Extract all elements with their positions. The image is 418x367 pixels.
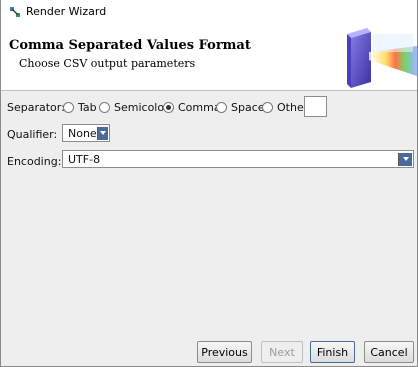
separator-other-option[interactable]: Other [262,101,308,114]
chevron-down-icon[interactable] [96,126,108,140]
separator-semicolon-option[interactable]: Semicolon [99,101,171,114]
qualifier-value: None [68,126,97,140]
other-separator-input[interactable] [304,96,327,117]
separator-tab-option[interactable]: Tab [63,101,97,114]
qualifier-dropdown[interactable]: None [62,124,110,142]
wizard-banner-icon [347,28,417,88]
finish-button[interactable]: Finish [310,341,355,363]
separator-space-option[interactable]: Space [216,101,265,114]
option-label: Tab [78,101,97,114]
encoding-dropdown[interactable]: UTF-8 [62,150,414,168]
radio-button-selected[interactable] [163,102,174,113]
option-label: Comma [178,101,221,114]
window-title: Render Wizard [26,5,107,18]
option-label: Space [231,101,265,114]
radio-button[interactable] [262,102,273,113]
encoding-value: UTF-8 [68,152,101,166]
page-subtitle: Choose CSV output parameters [19,57,196,70]
separator-label: Separator: [7,101,65,114]
title-bar: Render Wizard [1,0,417,24]
page-title: Comma Separated Values Format [9,38,251,53]
previous-button[interactable]: Previous [197,341,252,363]
separator-row: Separator: Tab Semicolon Comma Space Oth… [1,96,417,117]
next-button[interactable]: Next [261,341,303,363]
encoding-label: Encoding: [7,155,62,168]
wizard-header: Comma Separated Values Format Choose CSV… [1,24,417,91]
qualifier-label: Qualifier: [7,128,58,141]
render-wizard-window: Render Wizard Comma Separated Values For… [0,0,418,367]
app-icon [10,7,20,17]
separator-comma-option[interactable]: Comma [163,101,221,114]
chevron-down-icon[interactable] [398,152,412,166]
radio-button[interactable] [99,102,110,113]
radio-button[interactable] [63,102,74,113]
radio-button[interactable] [216,102,227,113]
cancel-button[interactable]: Cancel [364,341,414,363]
